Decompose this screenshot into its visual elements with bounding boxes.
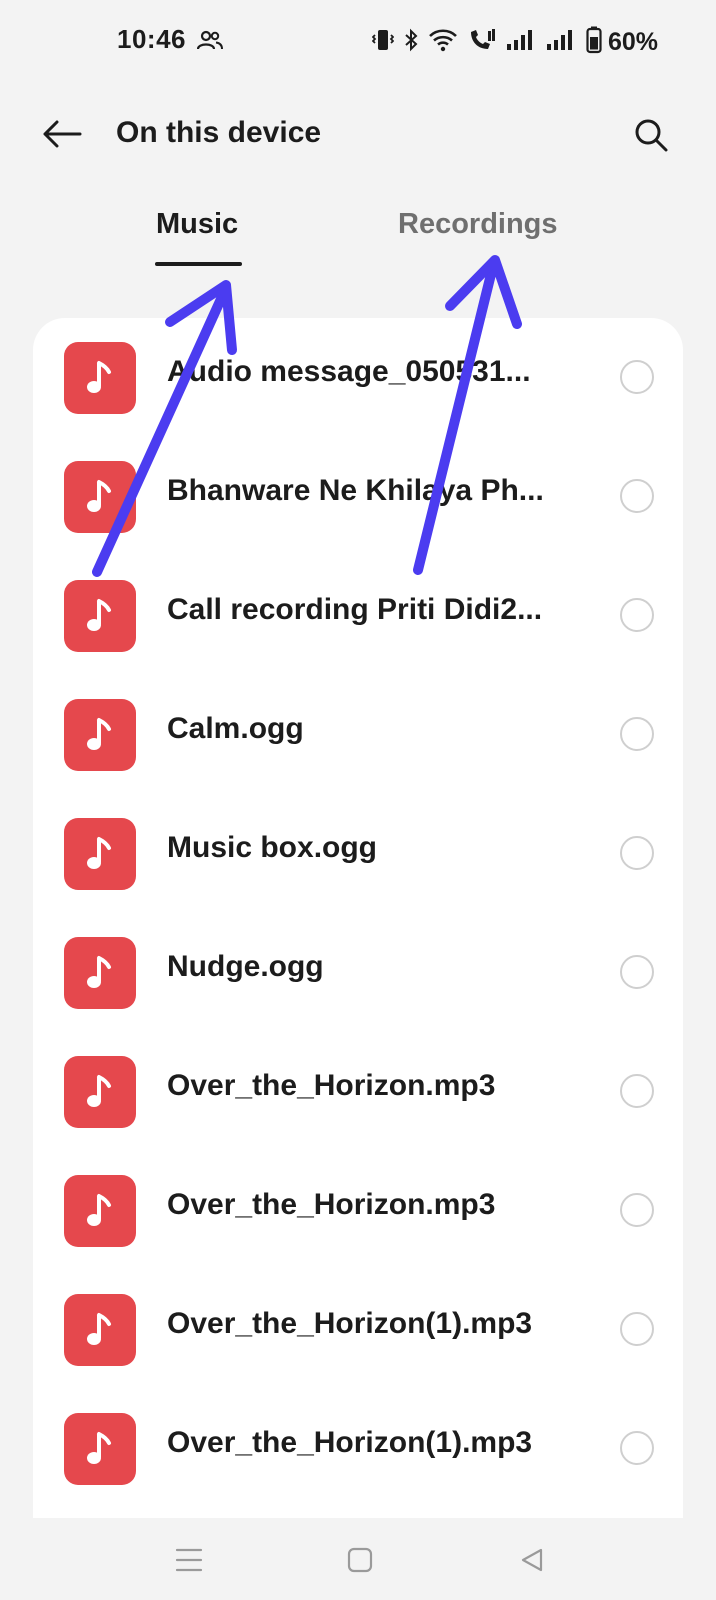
file-name: Call recording Priti Didi2... bbox=[167, 593, 543, 626]
search-button[interactable] bbox=[626, 110, 676, 160]
list-item[interactable]: Calm.ogg bbox=[33, 675, 683, 794]
tab-bar: Music Recordings bbox=[0, 192, 716, 272]
select-radio[interactable] bbox=[620, 1312, 654, 1346]
navigation-bar bbox=[0, 1518, 716, 1600]
select-radio[interactable] bbox=[620, 479, 654, 513]
list-item[interactable]: Over_the_Horizon.mp3 bbox=[33, 1151, 683, 1270]
system-back-button[interactable] bbox=[512, 1540, 552, 1580]
music-note-icon bbox=[64, 1056, 136, 1128]
list-item[interactable]: Call recording Priti Didi2... bbox=[33, 556, 683, 675]
music-note-icon bbox=[64, 342, 136, 414]
file-list: Audio message_050531... Bhanware Ne Khil… bbox=[33, 318, 683, 1518]
select-radio[interactable] bbox=[620, 1431, 654, 1465]
recent-apps-button[interactable] bbox=[169, 1540, 209, 1580]
search-icon bbox=[635, 119, 668, 152]
menu-icon bbox=[175, 1548, 203, 1572]
people-icon bbox=[196, 30, 223, 57]
music-note-icon bbox=[64, 699, 136, 771]
file-name: Calm.ogg bbox=[167, 712, 304, 745]
music-note-icon bbox=[64, 1175, 136, 1247]
file-name: Music box.ogg bbox=[167, 831, 377, 864]
file-name: Bhanware Ne Khilaya Ph... bbox=[167, 474, 544, 507]
list-item[interactable]: Nudge.ogg bbox=[33, 913, 683, 1032]
vibrate-icon bbox=[371, 28, 395, 57]
select-radio[interactable] bbox=[620, 717, 654, 751]
battery-icon bbox=[586, 26, 602, 59]
signal-icon bbox=[546, 29, 576, 56]
wifi-icon bbox=[428, 28, 458, 57]
list-item[interactable]: Music box.ogg bbox=[33, 794, 683, 913]
back-triangle-icon bbox=[521, 1548, 543, 1572]
file-name: Over_the_Horizon(1).mp3 bbox=[167, 1426, 533, 1459]
select-radio[interactable] bbox=[620, 598, 654, 632]
select-radio[interactable] bbox=[620, 360, 654, 394]
wifi-calling-icon bbox=[468, 28, 496, 57]
music-note-icon bbox=[64, 937, 136, 1009]
list-item[interactable]: Audio message_050531... bbox=[33, 318, 683, 437]
select-radio[interactable] bbox=[620, 836, 654, 870]
list-item[interactable]: Over_the_Horizon(1).mp3 bbox=[33, 1270, 683, 1389]
music-note-icon bbox=[64, 580, 136, 652]
select-radio[interactable] bbox=[620, 955, 654, 989]
file-name: Over_the_Horizon.mp3 bbox=[167, 1069, 496, 1102]
select-radio[interactable] bbox=[620, 1193, 654, 1227]
status-bar: 10:46 60% bbox=[0, 0, 716, 84]
tab-indicator bbox=[155, 262, 242, 266]
status-icons: 60% bbox=[371, 24, 658, 60]
select-radio[interactable] bbox=[620, 1074, 654, 1108]
file-name: Over_the_Horizon(1).mp3 bbox=[167, 1307, 533, 1340]
list-item[interactable]: Over_the_Horizon(1).mp3 bbox=[33, 1389, 683, 1508]
list-item[interactable]: Over_the_Horizon.mp3 bbox=[33, 1032, 683, 1151]
home-icon bbox=[347, 1547, 373, 1573]
tab-music[interactable]: Music bbox=[156, 208, 238, 241]
page-title: On this device bbox=[116, 116, 322, 149]
signal-icon bbox=[506, 29, 536, 56]
music-note-icon bbox=[64, 818, 136, 890]
home-button[interactable] bbox=[340, 1540, 380, 1580]
list-item[interactable]: Bhanware Ne Khilaya Ph... bbox=[33, 437, 683, 556]
tab-recordings[interactable]: Recordings bbox=[398, 208, 558, 241]
file-name: Over_the_Horizon.mp3 bbox=[167, 1188, 496, 1221]
status-time: 10:46 bbox=[117, 24, 186, 54]
music-note-icon bbox=[64, 1413, 136, 1485]
bluetooth-icon bbox=[404, 28, 418, 57]
file-name: Nudge.ogg bbox=[167, 950, 324, 983]
music-note-icon bbox=[64, 1294, 136, 1366]
app-bar: On this device bbox=[0, 90, 716, 176]
battery-percent: 60% bbox=[607, 27, 658, 56]
arrow-left-icon bbox=[43, 120, 82, 148]
file-name: Audio message_050531... bbox=[167, 355, 531, 388]
back-button[interactable] bbox=[38, 110, 86, 158]
music-note-icon bbox=[64, 461, 136, 533]
